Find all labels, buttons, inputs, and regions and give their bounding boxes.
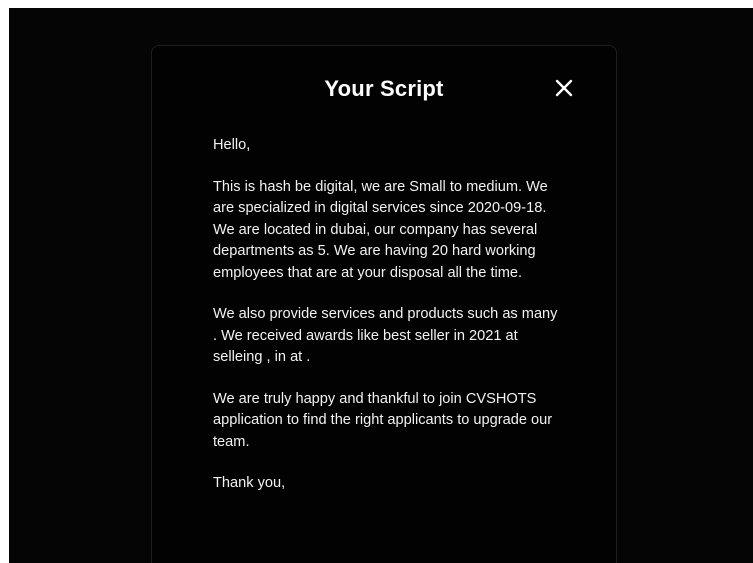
modal-backdrop: Your Script Hello, This is hash be digit… <box>9 8 753 563</box>
script-paragraph-thanks: We are truly happy and thankful to join … <box>213 390 553 450</box>
script-signoff: Thank you, <box>213 475 286 491</box>
script-paragraph-company: This is hash be digital, we are Small to… <box>213 178 548 281</box>
close-button[interactable] <box>552 76 576 100</box>
script-text: Hello, This is hash be digital, we are S… <box>213 135 565 515</box>
script-modal: Your Script Hello, This is hash be digit… <box>151 45 617 563</box>
modal-title: Your Script <box>324 76 444 101</box>
script-paragraph-services: We also provide services and products su… <box>213 306 558 365</box>
script-greeting: Hello, <box>213 137 251 153</box>
close-icon <box>555 79 573 97</box>
